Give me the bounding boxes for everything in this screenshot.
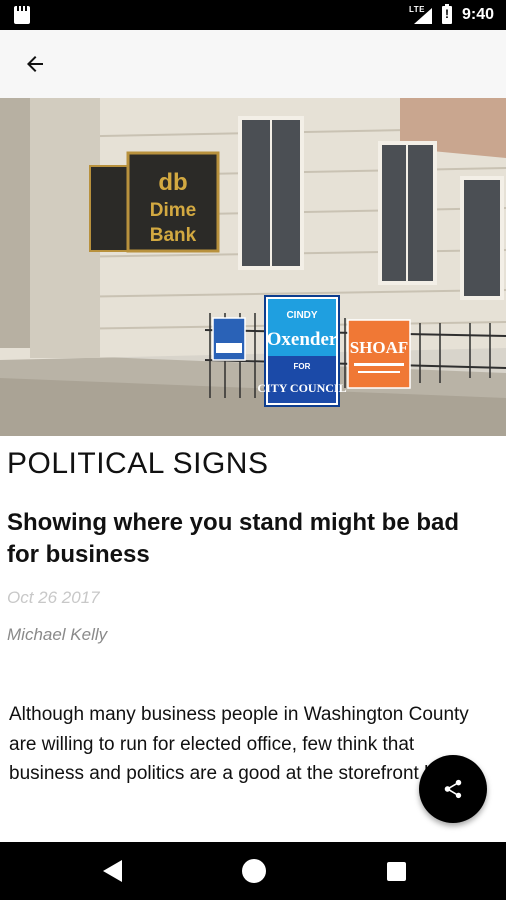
article-headline: Showing where you stand might be bad for…: [7, 509, 460, 568]
arrow-back-icon: [27, 56, 43, 72]
app-bar: [0, 30, 506, 98]
share-button[interactable]: [419, 755, 487, 823]
article-body: Although many business people in Washing…: [9, 704, 469, 784]
nav-back-icon[interactable]: [100, 858, 126, 884]
status-bar: LTE 9:40: [0, 0, 506, 30]
sign-oxender-office: CITY COUNCIL: [257, 381, 346, 395]
share-icon: [444, 779, 462, 799]
back-button[interactable]: [12, 41, 58, 87]
bank-sign-line1: Dime: [150, 200, 196, 221]
sign-oxender-first: CINDY: [286, 310, 317, 321]
status-time: 9:40: [461, 6, 494, 23]
article-author: Michael Kelly: [7, 625, 108, 644]
sd-card-icon: [14, 6, 30, 24]
section-title: POLITICAL SIGNS: [7, 447, 269, 480]
nav-home-icon[interactable]: [242, 859, 266, 883]
system-nav-bar: [0, 842, 506, 900]
bank-sign-line2: Bank: [150, 225, 197, 246]
network-type: LTE: [409, 5, 426, 14]
article-date: Oct 26 2017: [7, 588, 100, 607]
bank-sign-logo: db: [158, 169, 187, 196]
sign-oxender-last: Oxender: [267, 329, 338, 350]
sign-oxender-for: FOR: [294, 362, 311, 371]
hero-image: db Dime Bank CINDY Oxender FOR CITY COUN…: [0, 98, 506, 436]
nav-recents-icon[interactable]: [387, 862, 406, 881]
battery-alert-icon: [442, 4, 452, 24]
sign-shoaf-name: SHOAF: [350, 338, 409, 357]
